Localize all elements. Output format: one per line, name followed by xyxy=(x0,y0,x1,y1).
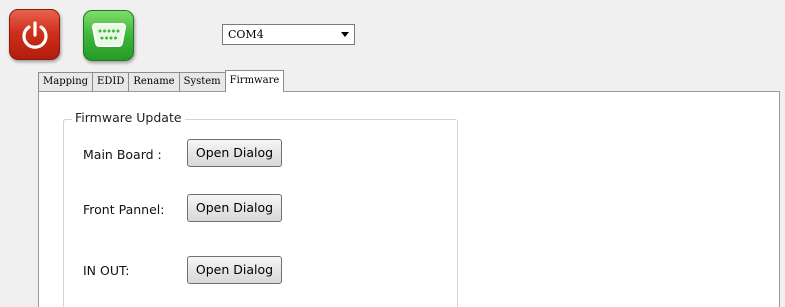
firmware-update-title: Firmware Update xyxy=(72,110,185,125)
app-window: COM4 Mapping EDID Rename System Firmware… xyxy=(0,0,785,307)
power-icon xyxy=(22,21,48,49)
serial-port-icon xyxy=(91,23,127,47)
main-board-open-dialog-button[interactable]: Open Dialog xyxy=(187,139,282,167)
com-port-select[interactable]: COM4 xyxy=(222,24,355,45)
front-panel-label: Front Pannel: xyxy=(83,202,165,217)
in-out-open-dialog-button[interactable]: Open Dialog xyxy=(187,256,282,284)
tab-rename[interactable]: Rename xyxy=(128,72,180,91)
in-out-label: IN OUT: xyxy=(83,263,130,278)
chevron-down-icon[interactable] xyxy=(341,32,349,37)
tab-firmware[interactable]: Firmware xyxy=(224,70,285,92)
com-port-value: COM4 xyxy=(228,28,264,41)
tab-edid[interactable]: EDID xyxy=(92,72,130,91)
tab-system[interactable]: System xyxy=(178,72,226,91)
serial-connect-button[interactable] xyxy=(83,10,134,61)
tab-bar: Mapping EDID Rename System Firmware xyxy=(38,70,285,92)
front-panel-open-dialog-button[interactable]: Open Dialog xyxy=(187,194,282,222)
power-button[interactable] xyxy=(9,9,60,60)
main-board-label: Main Board : xyxy=(83,147,162,162)
tab-mapping[interactable]: Mapping xyxy=(38,72,94,91)
